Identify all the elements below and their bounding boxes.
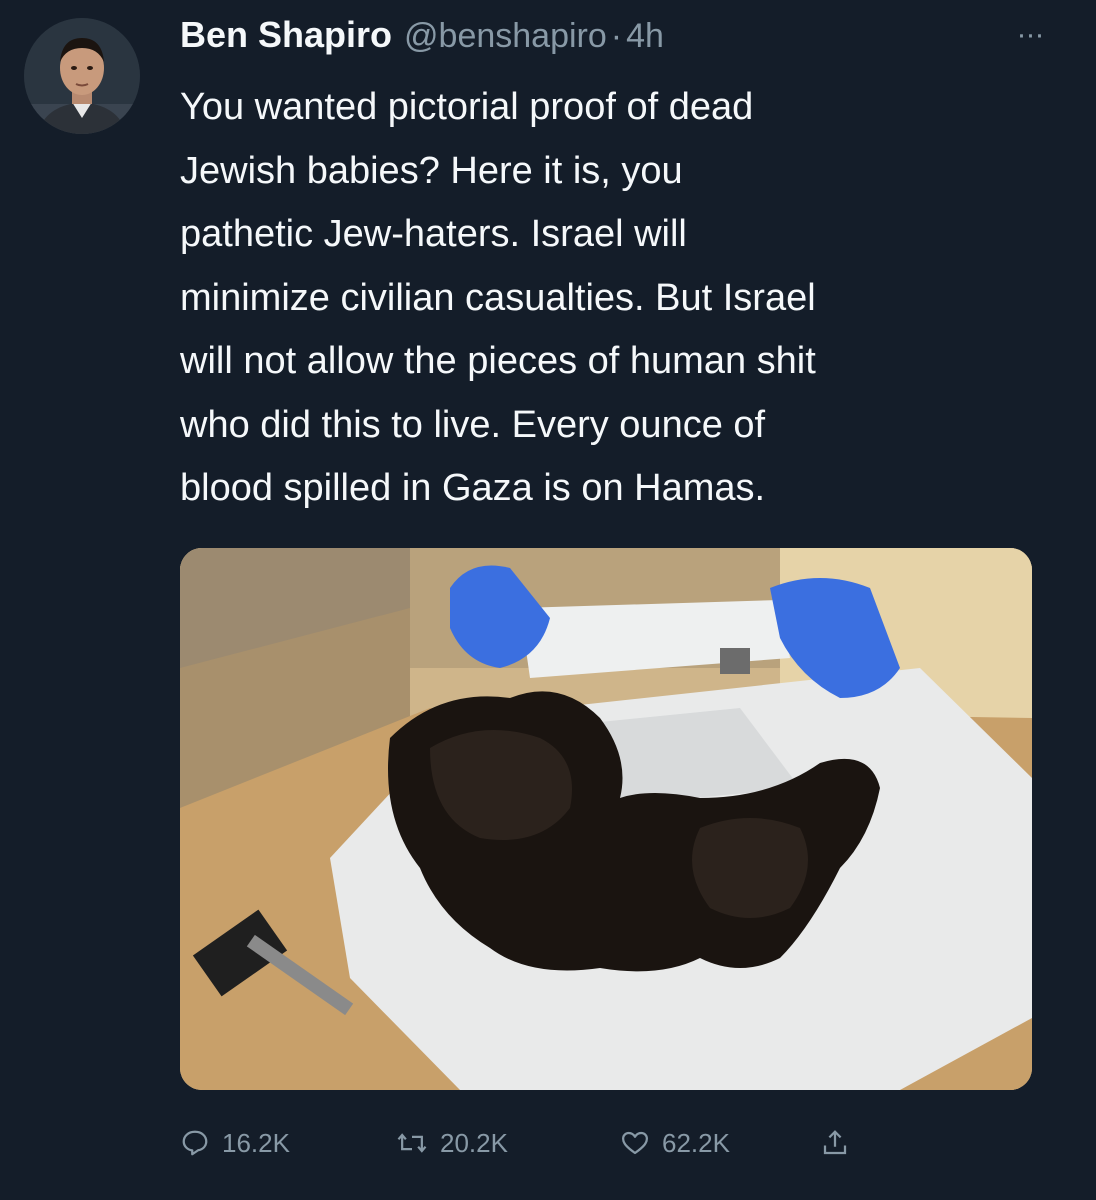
avatar[interactable] — [24, 18, 140, 134]
avatar-image — [24, 18, 140, 134]
reply-icon — [182, 1130, 208, 1156]
retweet-count: 20.2K — [440, 1127, 508, 1158]
retweet-icon — [397, 1133, 427, 1153]
media-photo — [180, 548, 1032, 1090]
timestamp[interactable]: 4h — [626, 17, 664, 56]
tweet-text: You wanted pictorial proof of dead Jewis… — [180, 76, 1060, 521]
heart-icon — [622, 1131, 648, 1155]
more-options-icon[interactable]: ··· — [1000, 20, 1060, 50]
like-count: 62.2K — [662, 1127, 730, 1158]
tweet-header: Ben Shapiro @benshapiro · 4h — [180, 14, 664, 64]
like-button[interactable]: 62.2K — [620, 1118, 730, 1168]
tweet-text-line: minimize civilian casualties. But Israel — [180, 276, 816, 319]
tweet-text-line: who did this to live. Every ounce of — [180, 403, 766, 446]
tweet-card[interactable]: Ben Shapiro @benshapiro · 4h ··· You wan… — [0, 0, 1096, 1200]
reply-count: 16.2K — [222, 1127, 290, 1158]
user-handle[interactable]: @benshapiro — [404, 17, 607, 56]
tweet-text-line: You wanted pictorial proof of dead — [180, 86, 754, 128]
tweet-text-line: will not allow the pieces of human shit — [180, 340, 816, 382]
tweet-text-line: Jewish babies? Here it is, you — [180, 149, 683, 192]
tweet-text-line: pathetic Jew-haters. Israel will — [180, 213, 687, 255]
display-name[interactable]: Ben Shapiro — [180, 14, 392, 56]
tweet-text-line: blood spilled in Gaza is on Hamas. — [180, 467, 766, 509]
separator-dot: · — [610, 17, 623, 55]
tweet-media-image[interactable] — [180, 548, 1032, 1090]
share-button[interactable] — [820, 1118, 862, 1168]
retweet-button[interactable]: 20.2K — [396, 1118, 508, 1168]
reply-button[interactable]: 16.2K — [180, 1118, 290, 1168]
tweet-actions: 16.2K 20.2K 62.2K — [180, 1118, 940, 1168]
share-icon — [823, 1130, 847, 1155]
